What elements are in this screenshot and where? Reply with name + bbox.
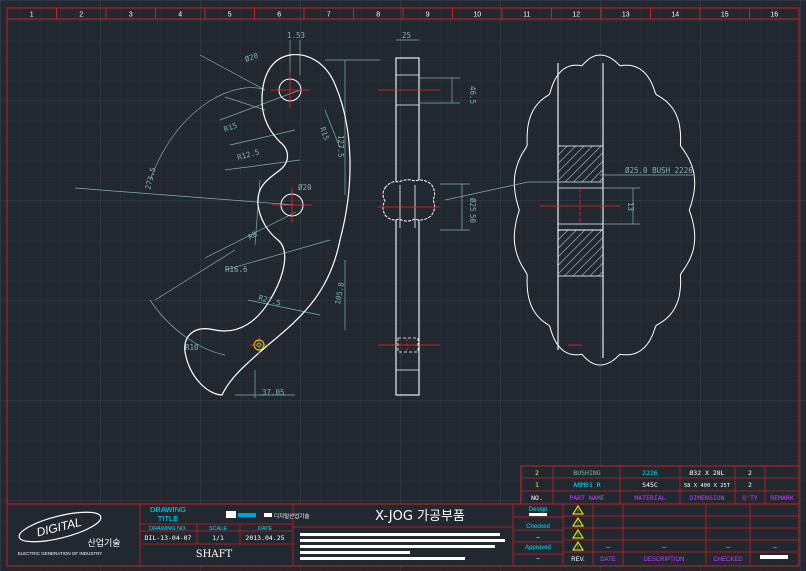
- company-name: 디지털산업기술: [274, 512, 309, 520]
- header-no: NO.: [531, 494, 543, 502]
- column-index-10: 10: [473, 12, 481, 19]
- column-index-5: 5: [228, 12, 232, 19]
- column-index-12: 12: [572, 12, 580, 19]
- revision-triangle-mark: !: [577, 545, 578, 551]
- column-index-16: 16: [770, 12, 778, 19]
- rev-signature: [760, 555, 788, 559]
- column-index-9: 9: [426, 12, 430, 19]
- header-remark: REMARK: [770, 494, 794, 502]
- column-index-8: 8: [376, 12, 380, 19]
- drawing-no-label: DRAWING NO.: [149, 526, 187, 532]
- dim-side-h2: Ø25: [468, 198, 477, 212]
- dim-d2: Ø20: [298, 183, 312, 192]
- drawing-no: DIL-13-04-07: [145, 534, 192, 542]
- scale-value: 1/1: [212, 534, 224, 542]
- column-index-7: 7: [327, 12, 331, 19]
- part-title: SHAFT: [196, 549, 233, 560]
- scale-label: SCALE: [209, 526, 227, 532]
- dim-angle: R16.6: [225, 265, 248, 274]
- dim-side-h1: 46.5: [468, 86, 477, 104]
- dim-top-width: 1.53: [287, 31, 305, 40]
- column-index-1: 1: [30, 12, 34, 19]
- column-index-4: 4: [178, 12, 182, 19]
- row1-qty: 2: [748, 481, 752, 489]
- revision-triangle-mark: !: [577, 533, 578, 539]
- header-material: MATERIAL: [634, 494, 665, 502]
- logo-korean: 산업기술: [87, 538, 120, 549]
- date-label: DATE: [258, 526, 273, 532]
- row2-name: BUSHING: [573, 469, 600, 477]
- section-label: Ø25.0 BUSH 2226: [625, 166, 693, 175]
- rev-date-label: DATE: [600, 557, 616, 563]
- row2-qty: 2: [748, 469, 752, 477]
- row2-material: 2226: [642, 469, 658, 477]
- drawing-title-label-2: TITLE: [158, 514, 178, 523]
- approved-label: Approved: [525, 545, 551, 551]
- column-index-14: 14: [671, 12, 679, 19]
- revision-triangle-mark: !: [577, 521, 578, 527]
- column-index-15: 15: [721, 12, 729, 19]
- date-value: 2013.04.25: [245, 534, 284, 542]
- cad-drawing-canvas[interactable]: 1 2 3 4 5 6 7 8 9 10 11 12 13 14 15 16 1…: [0, 0, 806, 571]
- row1-no: 1: [535, 481, 539, 489]
- drawing-title-label-1: DRAWING: [150, 505, 186, 514]
- row2-no: 2: [535, 469, 539, 477]
- revision-triangle-mark: !: [577, 509, 578, 515]
- logo-sub: ELECTRIC GENERATION OF INDUSTRY: [18, 551, 103, 556]
- design-value: [529, 513, 547, 516]
- column-index-11: 11: [523, 12, 530, 19]
- dim-r5: R10: [185, 343, 199, 352]
- dim-side-width: 25: [402, 31, 411, 40]
- dim-bottom: 37.05: [262, 388, 285, 397]
- dim-side-h3: 50: [468, 214, 477, 224]
- parts-list[interactable]: 2 BUSHING 2226 Ø32 X 28L 2 1 ARM01 R S45…: [520, 465, 800, 505]
- dim-len1: 127.5: [336, 135, 345, 158]
- column-index-2: 2: [79, 12, 83, 19]
- section-depth: 13: [626, 202, 635, 211]
- row1-name: ARM01 R: [573, 481, 600, 489]
- design-label: Design: [529, 507, 548, 513]
- checked-label: Checked: [526, 524, 550, 530]
- rev-label: REV.: [571, 557, 585, 563]
- project-title: X-JOG 가공부품: [375, 509, 465, 524]
- rev-description-label: DESCRIPTION: [643, 557, 684, 563]
- row1-dimension: 58 X 400 X 25T: [684, 483, 731, 489]
- header-dimension: DIMENSION: [689, 494, 724, 502]
- column-index-6: 6: [277, 12, 281, 19]
- header-name: PART NAME: [569, 494, 604, 502]
- title-block[interactable]: DIGITAL 산업기술 ELECTRIC GENERATION OF INDU…: [6, 503, 800, 567]
- rev-checked-label: CHECKED: [713, 557, 743, 563]
- column-index-13: 13: [622, 12, 630, 19]
- row2-dimension: Ø32 X 28L: [689, 469, 724, 477]
- header-qty: Q'TY: [742, 494, 758, 502]
- column-index-3: 3: [129, 12, 133, 19]
- row1-material: S45C: [642, 481, 658, 489]
